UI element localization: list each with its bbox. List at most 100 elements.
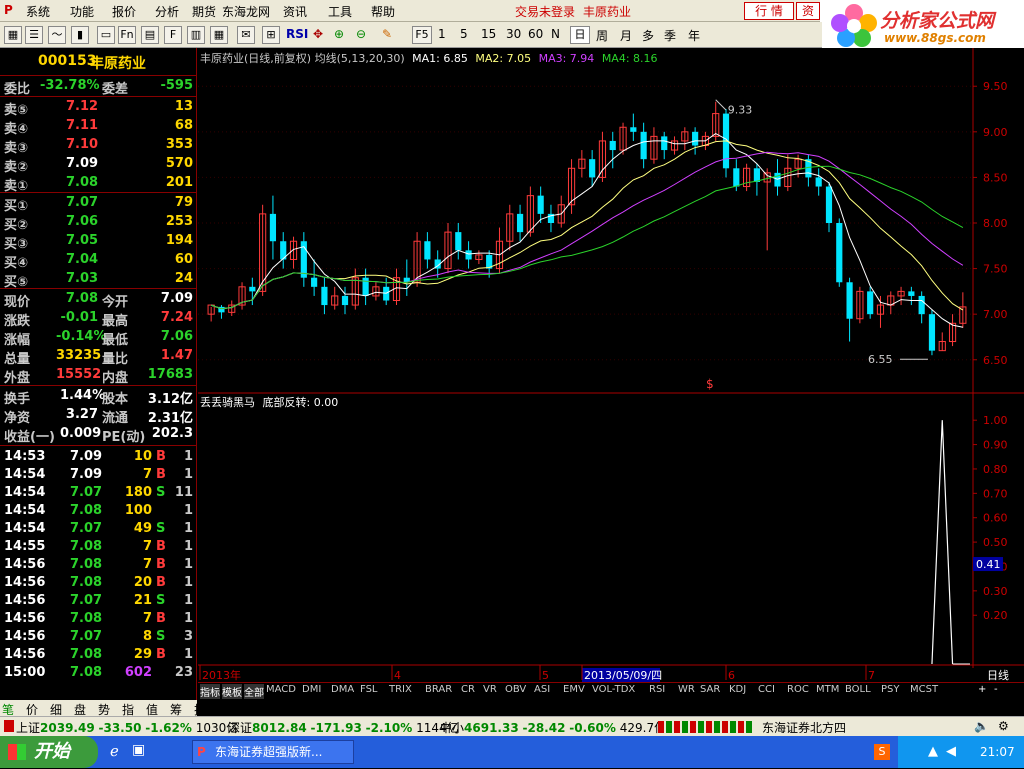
period-60min[interactable]: 60 — [528, 27, 543, 41]
sell-level-2[interactable]: 卖④ 7.11 68 — [0, 117, 197, 137]
list-icon[interactable]: ☰ — [25, 26, 43, 44]
indicator-tab[interactable]: CR — [461, 684, 475, 695]
report-icon[interactable]: ▦ — [210, 26, 228, 44]
tick-row: 14:54 7.07 49 S 1 — [0, 520, 197, 538]
range-day[interactable]: 日 — [570, 26, 590, 44]
indicator-tab[interactable]: MCST — [910, 684, 938, 695]
menu-tools[interactable]: 工具 — [328, 3, 352, 20]
indicator-icon[interactable]: ⊞ — [262, 26, 280, 44]
menu-quote[interactable]: 报价 — [112, 3, 136, 20]
stat-value: -0.14% — [56, 329, 107, 344]
indicator-tab[interactable]: DMI — [302, 684, 321, 695]
f10-icon[interactable]: F — [164, 26, 182, 44]
indicator-tab[interactable]: CCI — [758, 684, 775, 695]
buy-level-1[interactable]: 买① 7.07 79 — [0, 194, 197, 214]
desktop-icon[interactable]: ▣ — [132, 742, 145, 758]
crosshair-icon[interactable]: ✥ — [313, 27, 323, 41]
range-year[interactable]: 年 — [688, 27, 700, 44]
zoom-in-icon[interactable]: ⊕ — [334, 27, 344, 41]
tick-row: 14:54 7.09 7 B 1 — [0, 466, 197, 484]
speaker-icon[interactable]: 🔈 — [974, 719, 989, 733]
kline-chart[interactable]: 9.50 9.00 8.50 8.00 7.50 7.00 6.50 1.00 0.90 0.80… — [198, 48, 1024, 682]
zoom-out-icon[interactable]: ⊖ — [356, 27, 366, 41]
pencil-icon[interactable]: ✎ — [382, 27, 392, 41]
indicator-tab[interactable]: PSY — [881, 684, 900, 695]
range-multi[interactable]: 多 — [642, 27, 654, 44]
menu-system[interactable]: 系统 — [26, 3, 50, 20]
indicator-tab[interactable]: WR — [678, 684, 695, 695]
indicator-tab[interactable]: 模板 — [222, 684, 242, 699]
volume-icon[interactable]: ◀ — [946, 736, 956, 768]
trade-button[interactable]: 资 — [796, 2, 820, 20]
indicator-tab[interactable]: MTM — [816, 684, 839, 695]
tick-volume: 100 — [124, 503, 152, 518]
grid-icon[interactable]: ▦ — [4, 26, 22, 44]
indicator-tab[interactable]: EMV — [563, 684, 585, 695]
range-quarter[interactable]: 季 — [664, 27, 676, 44]
indicator-tab[interactable]: BRAR — [425, 684, 452, 695]
sell-level-5[interactable]: 卖① 7.08 201 — [0, 174, 197, 194]
add-window-icon[interactable]: + — [978, 684, 986, 695]
period-15min[interactable]: 15 — [481, 27, 496, 41]
indicator-tab[interactable]: BOLL — [845, 684, 871, 695]
f5-button[interactable]: F5 — [412, 26, 432, 44]
range-week[interactable]: 周 — [596, 27, 608, 44]
period-5min[interactable]: 5 — [460, 27, 468, 41]
buy-level-5[interactable]: 买⑤ 7.03 24 — [0, 270, 197, 290]
menu-analysis[interactable]: 分析 — [155, 3, 179, 20]
taskbar-app-donghai[interactable]: P 东海证券超强版新... — [192, 740, 354, 764]
network-icon[interactable]: ▲ — [928, 736, 938, 768]
window-icon[interactable]: ▭ — [97, 26, 115, 44]
table-icon[interactable]: ▤ — [141, 26, 159, 44]
indicator-tab[interactable]: OBV — [505, 684, 526, 695]
finance-value: 0.009 — [60, 426, 102, 441]
indicator-tab[interactable]: DMA — [331, 684, 354, 695]
ime-icon[interactable]: S — [874, 744, 890, 760]
indicator-tab[interactable]: SAR — [700, 684, 720, 695]
indicator-tab[interactable]: VOL-TDX — [592, 684, 635, 695]
menu-help[interactable]: 帮助 — [371, 3, 395, 20]
tick-row: 14:56 7.08 7 B 1 — [0, 556, 197, 574]
indicator-tab[interactable]: ASI — [534, 684, 550, 695]
sell-level-1[interactable]: 卖⑤ 7.12 13 — [0, 98, 197, 118]
buy-level-2[interactable]: 买② 7.06 253 — [0, 213, 197, 233]
indicator-tab[interactable]: TRIX — [389, 684, 412, 695]
indicator-tab[interactable]: KDJ — [729, 684, 746, 695]
indicator-tab[interactable]: MACD — [266, 684, 296, 695]
buy-level-4[interactable]: 买④ 7.04 60 — [0, 251, 197, 271]
zx-index[interactable]: 中小4691.33 -28.42 -0.60% 429.7亿 — [440, 719, 666, 736]
sz-index[interactable]: 深证8012.84 -171.93 -2.10% 1144亿 — [228, 719, 459, 736]
indicator-tab[interactable]: FSL — [360, 684, 378, 695]
start-button[interactable]: 开始 — [0, 736, 98, 768]
menu-info[interactable]: 资讯 — [283, 3, 307, 20]
buy-level-3[interactable]: 买③ 7.05 194 — [0, 232, 197, 252]
range-month[interactable]: 月 — [620, 27, 632, 44]
sell-level-3[interactable]: 卖③ 7.10 353 — [0, 136, 197, 156]
ie-icon[interactable]: ℯ — [110, 742, 119, 760]
period-1min[interactable]: 1 — [438, 27, 446, 41]
sheet-icon[interactable]: ▥ — [187, 26, 205, 44]
indicator-tab[interactable]: ROC — [787, 684, 809, 695]
indicator-tab[interactable]: RSI — [649, 684, 665, 695]
settings-icon[interactable]: ⚙ — [998, 719, 1009, 733]
sh-index[interactable]: 上证2039.49 -33.50 -1.62% 1030亿 — [16, 719, 238, 736]
period-n[interactable]: N — [551, 27, 560, 41]
rsi-button[interactable]: RSI — [286, 27, 308, 41]
indicator-tab[interactable]: 指标 — [200, 684, 220, 699]
quote-button[interactable]: 行 情 — [744, 2, 794, 20]
sell-level-4[interactable]: 卖② 7.09 570 — [0, 155, 197, 175]
menu-donghai[interactable]: 东海龙网 — [222, 3, 270, 20]
line-chart-icon[interactable]: 〜 — [48, 26, 66, 44]
menu-function[interactable]: 功能 — [70, 3, 94, 20]
kline-icon[interactable]: ▮ — [71, 26, 89, 44]
chart-area[interactable]: 丰原药业(日线,前复权) 均线(5,13,20,30) MA1: 6.85 MA… — [198, 48, 1024, 682]
fn-icon[interactable]: Fn — [118, 26, 136, 44]
indicator-tab[interactable]: 全部 — [244, 684, 264, 699]
tick-volume: 29 — [133, 647, 152, 662]
indicator-tab[interactable]: VR — [483, 684, 497, 695]
remove-window-icon[interactable]: - — [994, 684, 998, 695]
menu-futures[interactable]: 期货 — [192, 3, 216, 20]
candle-body-down — [846, 282, 853, 319]
chat-icon[interactable]: ✉ — [237, 26, 255, 44]
period-30min[interactable]: 30 — [506, 27, 521, 41]
